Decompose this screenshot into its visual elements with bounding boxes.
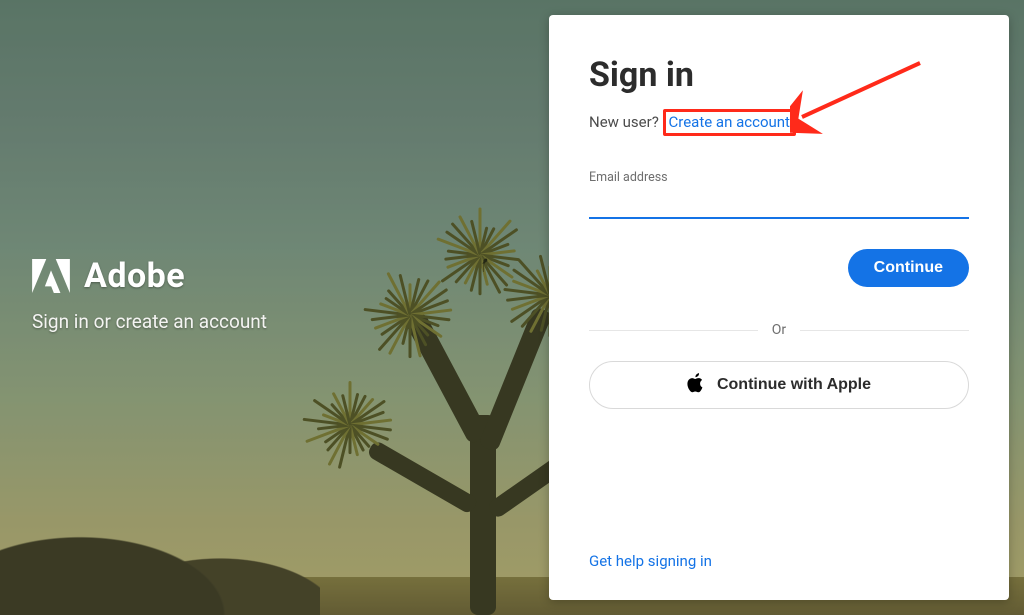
- bird-silhouette: [478, 258, 492, 274]
- continue-with-apple-button[interactable]: Continue with Apple: [589, 361, 969, 409]
- new-user-prefix: New user?: [589, 113, 663, 131]
- brand-block: Adobe Sign in or create an account: [32, 256, 267, 333]
- create-account-link[interactable]: Create an account: [669, 113, 790, 131]
- email-label: Email address: [589, 170, 969, 185]
- adobe-logo-icon: [32, 259, 70, 293]
- brand-name: Adobe: [84, 256, 185, 296]
- hill-silhouette: [0, 415, 320, 615]
- new-user-row: New user? Create an account: [589, 109, 969, 136]
- signin-card: Sign in New user? Create an account Emai…: [549, 15, 1009, 600]
- leaf-tuft: [440, 215, 520, 295]
- apple-button-label: Continue with Apple: [717, 376, 871, 394]
- brand-tagline: Sign in or create an account: [32, 310, 267, 333]
- annotation-highlight-box: Create an account: [663, 109, 796, 136]
- divider: Or: [589, 321, 969, 339]
- card-title: Sign in: [589, 55, 969, 95]
- leaf-tuft: [310, 385, 390, 465]
- email-input[interactable]: [589, 185, 969, 219]
- help-signing-in-link[interactable]: Get help signing in: [589, 552, 969, 570]
- joshua-tree: [320, 275, 580, 615]
- continue-button[interactable]: Continue: [848, 249, 969, 287]
- divider-label: Or: [758, 322, 800, 338]
- apple-icon: [687, 373, 705, 398]
- leaf-tuft: [370, 275, 450, 355]
